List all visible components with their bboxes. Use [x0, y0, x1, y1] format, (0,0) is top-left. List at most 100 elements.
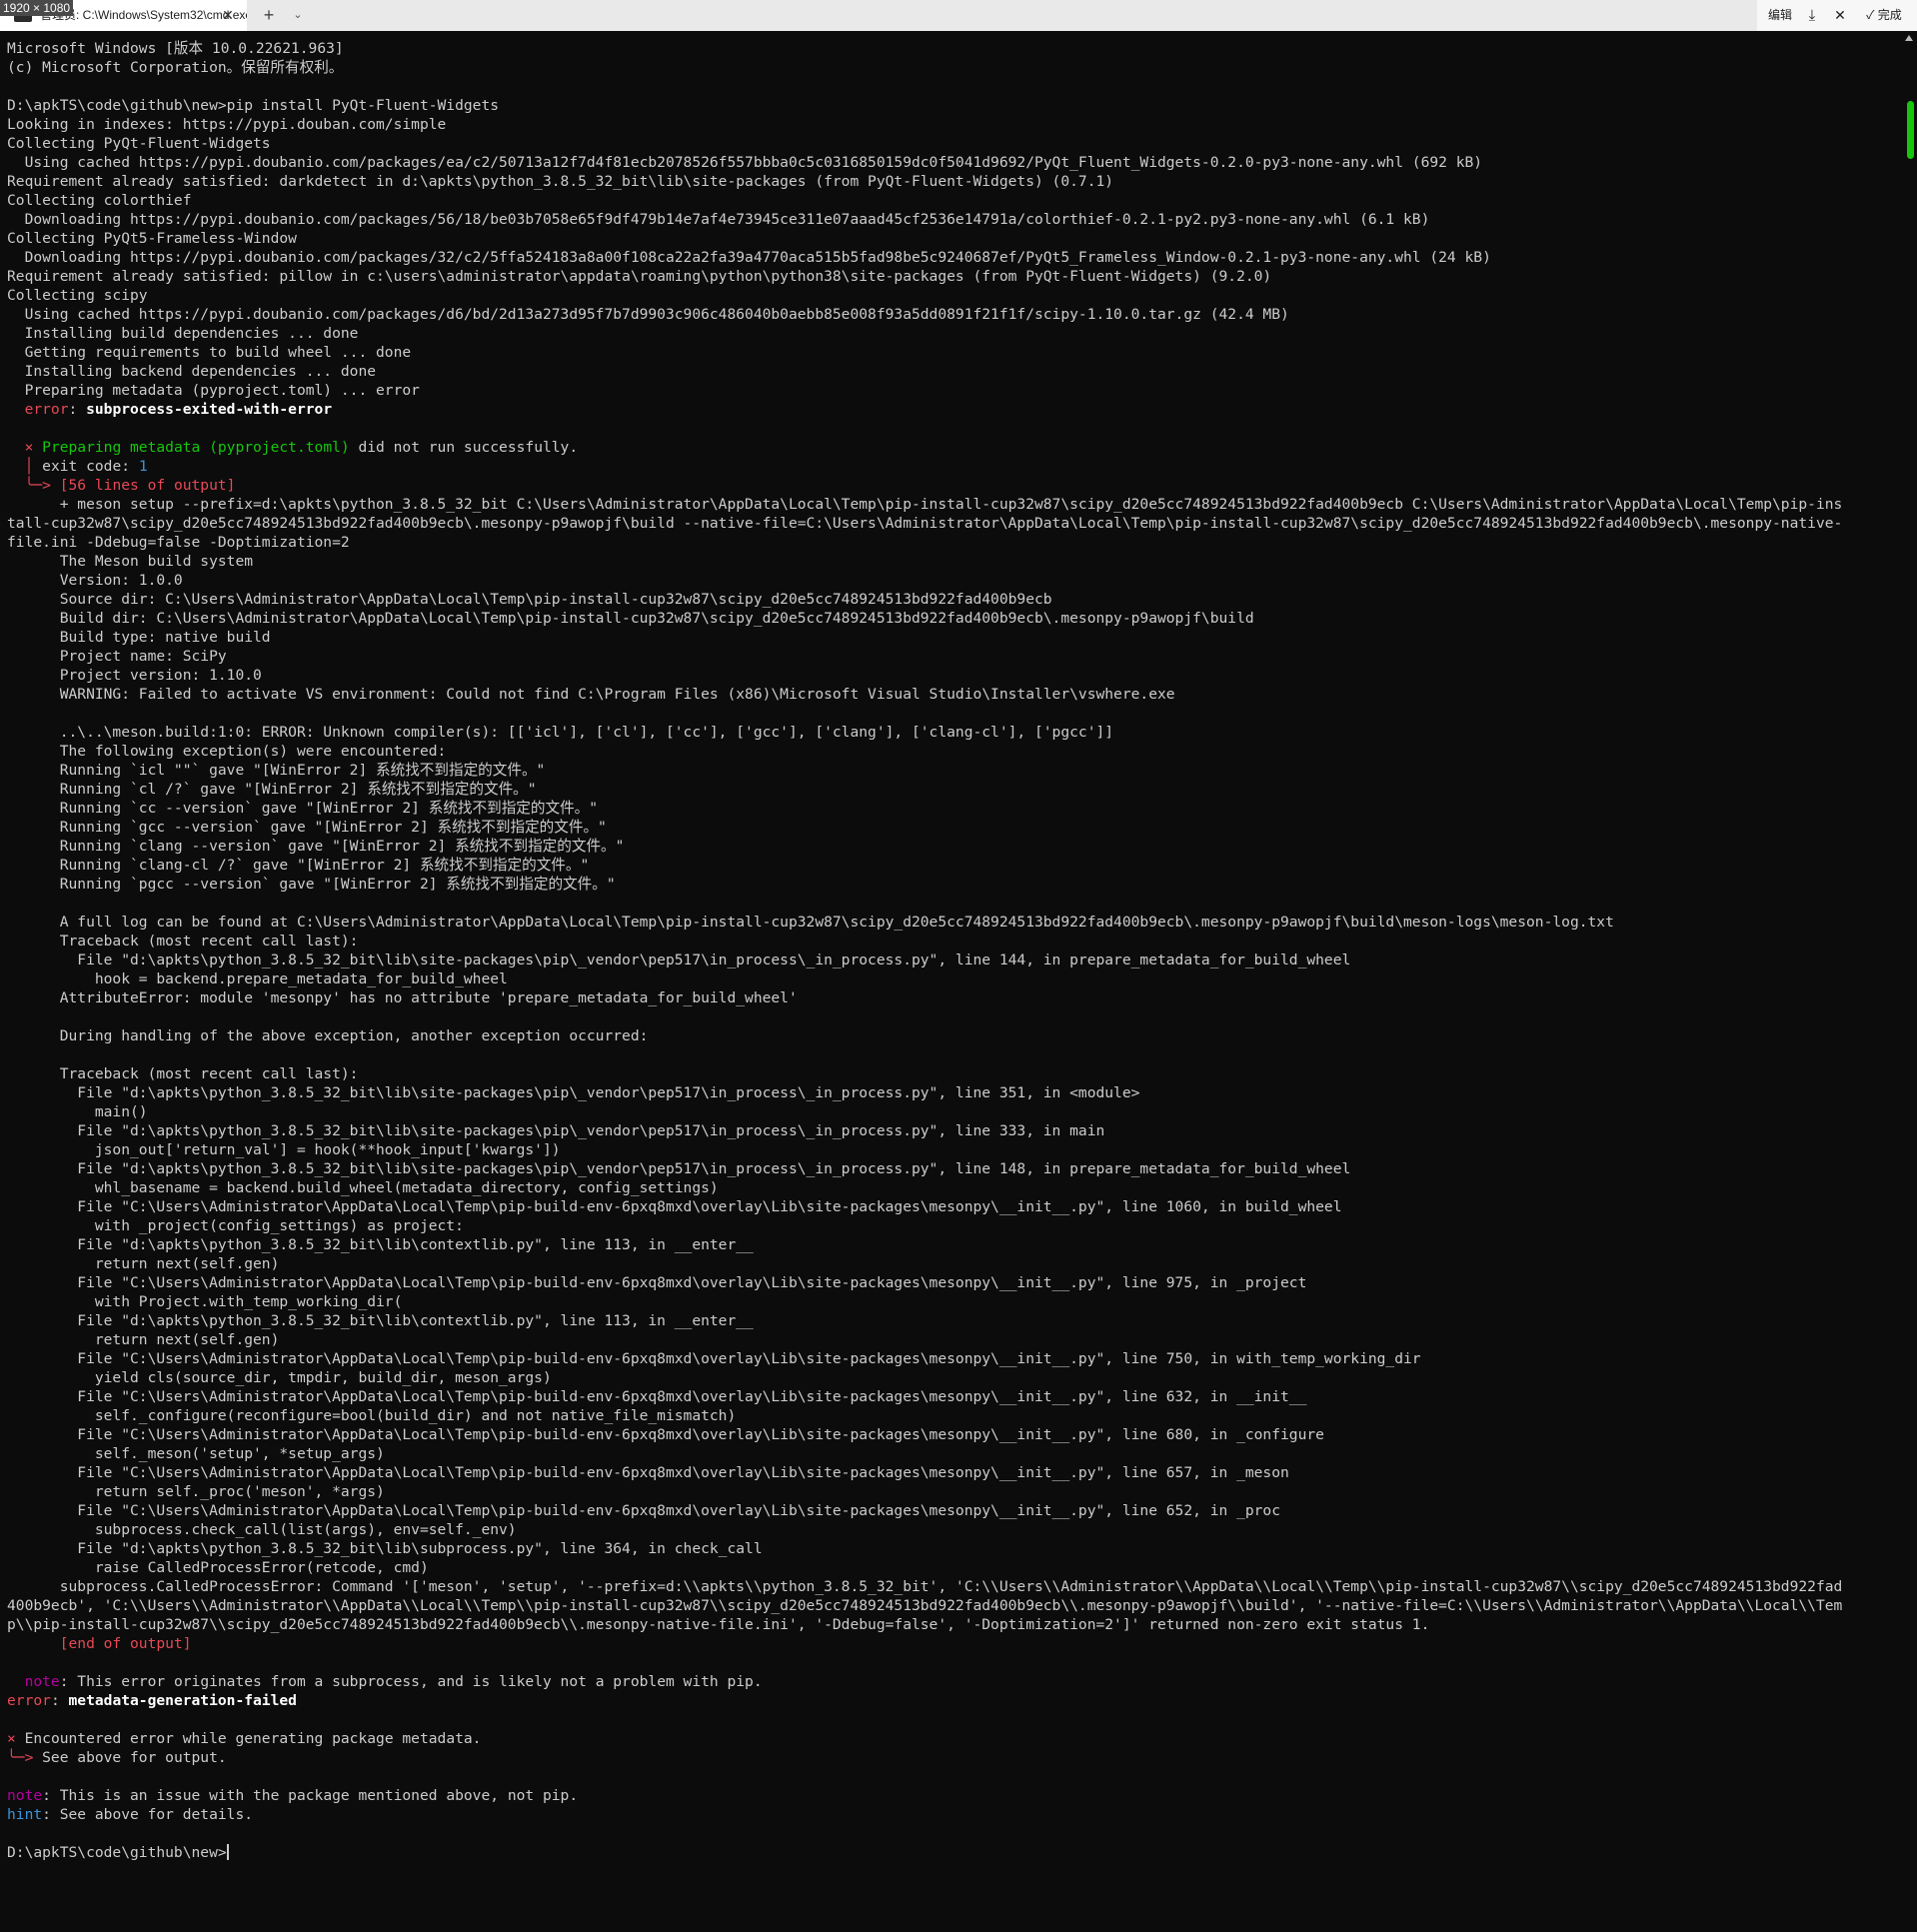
terminal-line: Source dir: C:\Users\Administrator\AppDa…: [7, 591, 1052, 608]
scrollbar[interactable]: [1901, 31, 1917, 1932]
scrollbar-thumb[interactable]: [1907, 101, 1914, 159]
terminal-line: Getting requirements to build wheel ... …: [7, 344, 412, 361]
terminal-line: return next(self.gen): [7, 1255, 280, 1272]
terminal-line: Using cached https://pypi.doubanio.com/p…: [7, 154, 1483, 171]
screenshot-toolbar: 编辑 ⤓ ✕ ✓ 完成: [1757, 0, 1917, 31]
terminal-line: json_out['return_val'] = hook(**hook_inp…: [7, 1141, 561, 1158]
scroll-up-arrow-icon[interactable]: [1905, 35, 1913, 41]
terminal-line: Requirement already satisfied: pillow in…: [7, 268, 1272, 285]
done-button[interactable]: ✓ 完成: [1855, 0, 1913, 31]
terminal-line: subprocess.CalledProcessError: Command '…: [7, 1578, 1843, 1595]
terminal-line: Using cached https://pypi.doubanio.com/p…: [7, 306, 1289, 323]
terminal-line: yield cls(source_dir, tmpdir, build_dir,…: [7, 1369, 552, 1386]
terminal-line: Running `clang-cl /?` gave "[WinError 2]…: [7, 857, 590, 874]
terminal-line: Running `cl /?` gave "[WinError 2] 系统找不到…: [7, 781, 537, 798]
terminal-line: Installing backend dependencies ... done: [7, 363, 377, 380]
terminal-line: AttributeError: module 'mesonpy' has no …: [7, 989, 798, 1006]
terminal-line: Running `pgcc --version` gave "[WinError…: [7, 876, 616, 893]
terminal-line: 400b9ecb', 'C:\\Users\\Administrator\\Ap…: [7, 1597, 1843, 1614]
terminal-line: note: This error originates from a subpr…: [24, 1673, 763, 1690]
terminal-line: File "d:\apkts\python_3.8.5_32_bit\lib\s…: [7, 1084, 1140, 1101]
terminal-line: Build type: native build: [7, 629, 271, 646]
terminal-line: ..\..\meson.build:1:0: ERROR: Unknown co…: [7, 724, 1114, 741]
close-icon[interactable]: ✕: [1827, 0, 1853, 31]
terminal-line: Preparing metadata (pyproject.toml) ... …: [7, 382, 420, 399]
terminal-line: with _project(config_settings) as projec…: [7, 1217, 464, 1234]
terminal-line: (c) Microsoft Corporation。保留所有权利。: [7, 59, 344, 76]
download-icon[interactable]: ⤓: [1799, 0, 1825, 31]
terminal-line: return self._proc('meson', *args): [7, 1483, 385, 1500]
terminal-line: raise CalledProcessError(retcode, cmd): [7, 1559, 429, 1576]
terminal-line: Installing build dependencies ... done: [7, 325, 359, 342]
terminal-line: with Project.with_temp_working_dir(: [7, 1293, 403, 1310]
terminal-line: p\\pip-install-cup32w87\\scipy_d20e5cc74…: [7, 1616, 1430, 1633]
terminal-line: Running `clang --version` gave "[WinErro…: [7, 838, 625, 855]
terminal-line: tall-cup32w87\scipy_d20e5cc748924513bd92…: [7, 515, 1843, 532]
terminal-line: WARNING: Failed to activate VS environme…: [7, 686, 1175, 703]
terminal-line: Project version: 1.10.0: [7, 667, 262, 684]
terminal-line: File "C:\Users\Administrator\AppData\Loc…: [7, 1198, 1342, 1215]
terminal-line: hint: See above for details.: [7, 1806, 254, 1823]
terminal-line: File "C:\Users\Administrator\AppData\Loc…: [7, 1274, 1307, 1291]
new-tab-button[interactable]: +: [259, 0, 279, 31]
terminal-line: File "d:\apkts\python_3.8.5_32_bit\lib\c…: [7, 1312, 754, 1329]
terminal-line: File "C:\Users\Administrator\AppData\Loc…: [7, 1464, 1289, 1481]
terminal-line: D:\apkTS\code\github\new>pip install PyQ…: [7, 97, 500, 114]
terminal-line: The Meson build system: [7, 553, 254, 570]
terminal-line: File "d:\apkts\python_3.8.5_32_bit\lib\s…: [7, 1540, 763, 1557]
terminal-line: × Encountered error while generating pac…: [7, 1730, 482, 1747]
terminal-line: Looking in indexes: https://pypi.douban.…: [7, 116, 447, 133]
terminal-line: ╰─> See above for output.: [7, 1749, 227, 1766]
terminal-line: During handling of the above exception, …: [7, 1027, 649, 1044]
terminal-line: note: This is an issue with the package …: [7, 1787, 579, 1804]
terminal-line: [end of output]: [59, 1635, 192, 1652]
terminal-line: + meson setup --prefix=d:\apkts\python_3…: [7, 496, 1843, 513]
terminal-line: file.ini -Ddebug=false -Doptimization=2: [7, 534, 350, 551]
terminal-line: Microsoft Windows [版本 10.0.22621.963]: [7, 40, 344, 57]
command-prompt[interactable]: D:\apkTS\code\github\new>: [7, 1843, 1886, 1862]
terminal-line: Traceback (most recent call last):: [7, 1065, 359, 1082]
terminal-line: Running `icl ""` gave "[WinError 2] 系统找不…: [7, 762, 546, 779]
edit-button[interactable]: 编辑: [1765, 0, 1795, 31]
prompt-text: D:\apkTS\code\github\new>: [7, 1844, 227, 1861]
terminal-line: Collecting scipy: [7, 287, 148, 304]
terminal-line: hook = backend.prepare_metadata_for_buil…: [7, 970, 508, 987]
terminal-line: self._meson('setup', *setup_args): [7, 1445, 385, 1462]
terminal-line: return next(self.gen): [7, 1331, 280, 1348]
terminal-line: Traceback (most recent call last):: [7, 933, 359, 950]
terminal-line: A full log can be found at C:\Users\Admi…: [7, 914, 1614, 931]
text-cursor: [226, 1844, 229, 1860]
terminal-line: self._configure(reconfigure=bool(build_d…: [7, 1407, 737, 1424]
terminal-line: ╰─> [56 lines of output]: [24, 477, 236, 494]
terminal-line: File "d:\apkts\python_3.8.5_32_bit\lib\s…: [7, 1122, 1105, 1139]
tab-close-icon[interactable]: ✕: [218, 0, 238, 31]
terminal-line: Downloading https://pypi.doubanio.com/pa…: [7, 211, 1430, 228]
terminal-line: Collecting PyQt5-Frameless-Window: [7, 230, 297, 247]
terminal-output[interactable]: Microsoft Windows [版本 10.0.22621.963] (c)…: [7, 39, 1886, 1862]
terminal-line: File "C:\Users\Administrator\AppData\Loc…: [7, 1388, 1307, 1405]
terminal-line: File "C:\Users\Administrator\AppData\Loc…: [7, 1350, 1421, 1367]
terminal-line: File "d:\apkts\python_3.8.5_32_bit\lib\c…: [7, 1236, 754, 1253]
terminal-line: File "d:\apkts\python_3.8.5_32_bit\lib\s…: [7, 952, 1351, 968]
terminal-line: The following exception(s) were encounte…: [7, 743, 447, 760]
terminal-line: Requirement already satisfied: darkdetec…: [7, 173, 1114, 190]
terminal-line: whl_basename = backend.build_wheel(metad…: [7, 1179, 719, 1196]
tab-dropdown-icon[interactable]: ⌄: [289, 0, 307, 31]
terminal-line: File "C:\Users\Administrator\AppData\Loc…: [7, 1426, 1324, 1443]
terminal-line: Collecting colorthief: [7, 192, 192, 209]
terminal-line: Running `gcc --version` gave "[WinError …: [7, 819, 607, 836]
terminal-line: │ exit code: 1: [24, 458, 148, 475]
terminal-line: Project name: SciPy: [7, 648, 227, 665]
terminal-line: error: metadata-generation-failed: [7, 1692, 297, 1709]
terminal-line: Running `cc --version` gave "[WinError 2…: [7, 800, 599, 817]
terminal-line: File "d:\apkts\python_3.8.5_32_bit\lib\s…: [7, 1160, 1351, 1177]
